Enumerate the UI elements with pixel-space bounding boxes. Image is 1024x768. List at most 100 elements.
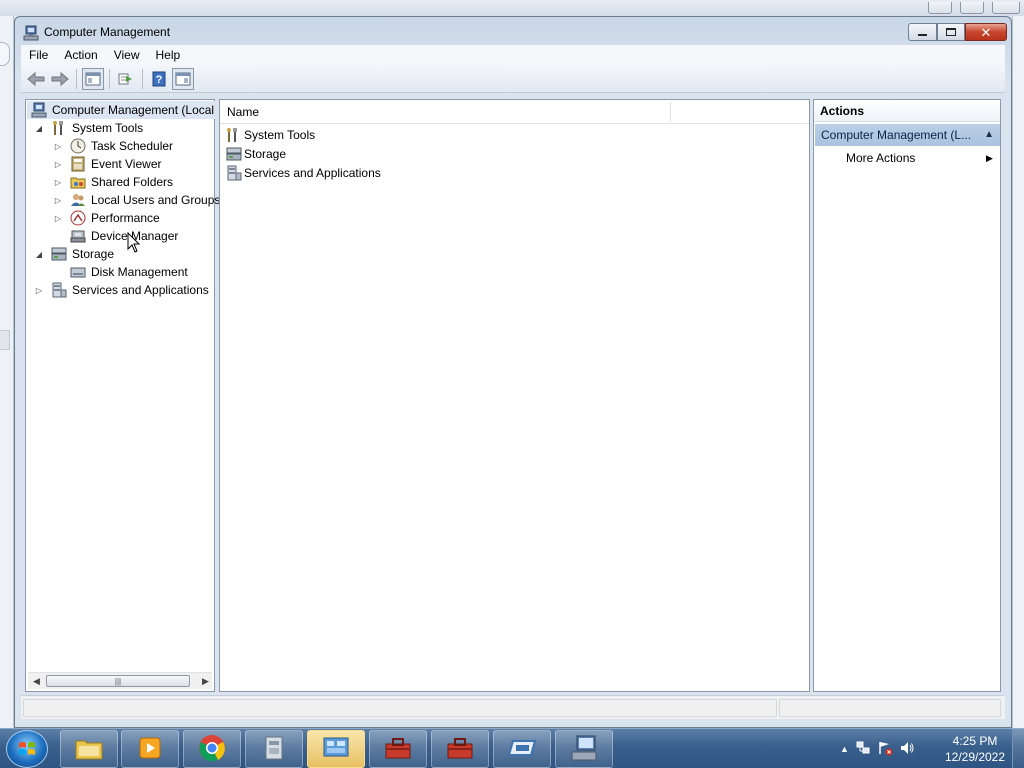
column-divider[interactable] (670, 102, 671, 122)
network-icon[interactable] (855, 740, 871, 759)
export-list-icon[interactable] (115, 68, 137, 90)
list-item-label: System Tools (244, 127, 316, 142)
menu-file[interactable]: File (21, 45, 56, 65)
menu-help[interactable]: Help (148, 45, 189, 65)
volume-icon[interactable] (899, 740, 915, 759)
collapse-caret-icon[interactable]: ▲ (984, 124, 994, 146)
show-hidden-icons-icon[interactable]: ▲ (840, 744, 849, 754)
menu-action[interactable]: Action (56, 45, 105, 65)
taskbar-remote-desktop-button[interactable] (493, 730, 551, 768)
collapse-arrow-icon[interactable]: ◢ (34, 249, 44, 259)
device-manager-icon (70, 228, 86, 244)
disk-management-icon (70, 264, 86, 280)
show-desktop-button[interactable] (1012, 729, 1024, 768)
taskbar: ▲ 4:25 PM 12/29/2022 (0, 728, 1024, 768)
storage-icon (51, 246, 67, 262)
mouse-cursor-icon (127, 231, 141, 257)
bg-close-button[interactable] (992, 2, 1020, 14)
back-arrow-icon[interactable] (25, 68, 47, 90)
scroll-right-icon[interactable]: ▶ (202, 676, 209, 687)
tools-icon (51, 120, 67, 136)
bg-maximize-button[interactable] (960, 2, 984, 14)
status-segment (779, 699, 1001, 717)
maximize-button[interactable] (937, 23, 965, 41)
computer-management-icon (31, 102, 47, 118)
list-item-label: Services and Applications (244, 165, 381, 180)
tree-item-event-viewer[interactable]: ▷ Event Viewer (53, 155, 161, 173)
list-item-storage[interactable]: Storage (226, 144, 286, 163)
taskbar-program-button[interactable] (245, 730, 303, 768)
close-button[interactable]: ✕ (965, 23, 1007, 41)
scroll-left-icon[interactable]: ◀ (33, 676, 40, 687)
tree-item-label: Computer Management (Local (52, 103, 215, 117)
tree-item-system-tools[interactable]: ◢ System Tools (34, 119, 143, 137)
title-bar[interactable]: Computer Management ✕ (15, 17, 1011, 47)
system-tray: ▲ (840, 729, 915, 768)
menu-view[interactable]: View (106, 45, 148, 65)
forward-arrow-icon[interactable] (49, 68, 71, 90)
tree-item-disk-management[interactable]: Disk Management (70, 263, 188, 281)
taskbar-toolbox-button[interactable] (431, 730, 489, 768)
taskbar-explorer-button[interactable] (60, 730, 118, 768)
tree-item-label: Local Users and Groups (91, 193, 221, 207)
expand-arrow-icon[interactable]: ▷ (53, 159, 63, 169)
tree-item-computer-management[interactable]: Computer Management (Local (27, 101, 215, 119)
tree-item-local-users-groups[interactable]: ▷ Local Users and Groups (53, 191, 220, 209)
tree-item-shared-folders[interactable]: ▷ Shared Folders (53, 173, 173, 191)
expand-arrow-icon[interactable]: ▷ (34, 285, 44, 295)
expand-arrow-icon[interactable]: ▷ (53, 141, 63, 151)
list-header: Name (220, 100, 809, 124)
taskbar-chrome-button[interactable] (183, 730, 241, 768)
taskbar-toolbox-button[interactable] (369, 730, 427, 768)
menu-bar: File Action View Help (21, 45, 1005, 65)
background-window-left-edge (0, 16, 14, 728)
help-icon[interactable]: ? (148, 68, 170, 90)
expand-arrow-icon[interactable]: ▷ (53, 177, 63, 187)
background-window-titlebar (0, 0, 1024, 16)
services-icon (226, 165, 242, 181)
taskbar-control-panel-button[interactable] (307, 730, 365, 768)
tree-item-services-applications[interactable]: ▷ Services and Applications (34, 281, 209, 299)
chrome-icon (197, 733, 227, 766)
tree-item-storage[interactable]: ◢ Storage (34, 245, 114, 263)
start-button[interactable] (6, 730, 48, 768)
submenu-arrow-icon[interactable]: ▶ (986, 148, 993, 168)
show-hide-action-pane-icon[interactable] (172, 67, 194, 90)
toolbar-separator (142, 68, 143, 89)
list-item-services-applications[interactable]: Services and Applications (226, 163, 381, 182)
actions-pane: Actions Computer Management (L... ▲ More… (813, 99, 1001, 692)
clock-date: 12/29/2022 (944, 750, 1006, 764)
toolbar-separator (109, 68, 110, 89)
bg-minimize-button[interactable] (928, 2, 952, 14)
toolbar-separator (76, 68, 77, 89)
tree-item-label: Disk Management (91, 265, 188, 279)
media-player-icon (136, 734, 164, 765)
clock-icon (70, 138, 86, 154)
minimize-button[interactable] (908, 23, 937, 41)
taskbar-clock[interactable]: 4:25 PM 12/29/2022 (940, 733, 1010, 765)
tree-item-label: Storage (72, 247, 115, 261)
actions-section-computer-management[interactable]: Computer Management (L... ▲ (815, 124, 1000, 146)
expand-arrow-icon[interactable]: ▷ (53, 213, 63, 223)
status-bar (21, 695, 1005, 719)
actions-header: Actions (814, 100, 1000, 122)
taskbar-computer-management-button[interactable] (555, 730, 613, 768)
tree-item-label: Shared Folders (91, 175, 174, 189)
more-actions-link[interactable]: More Actions (846, 148, 915, 168)
tree-item-device-manager[interactable]: Device Manager (70, 227, 178, 245)
window-title: Computer Management (44, 25, 171, 39)
action-center-warning-icon[interactable] (877, 740, 893, 759)
scrollbar-thumb[interactable]: ||| (46, 675, 190, 687)
tree-item-label: Services and Applications (72, 283, 209, 297)
tree-horizontal-scrollbar[interactable]: ◀ ||| ▶ (28, 672, 212, 689)
status-segment (23, 699, 777, 717)
tree-item-performance[interactable]: ▷ Performance (53, 209, 160, 227)
toolbox-icon (445, 734, 475, 765)
column-header-name[interactable]: Name (220, 100, 259, 124)
list-item-system-tools[interactable]: System Tools (226, 125, 315, 144)
show-hide-console-tree-icon[interactable] (82, 67, 104, 90)
collapse-arrow-icon[interactable]: ◢ (34, 123, 44, 133)
tree-item-task-scheduler[interactable]: ▷ Task Scheduler (53, 137, 173, 155)
expand-arrow-icon[interactable]: ▷ (53, 195, 63, 205)
taskbar-media-player-button[interactable] (121, 730, 179, 768)
